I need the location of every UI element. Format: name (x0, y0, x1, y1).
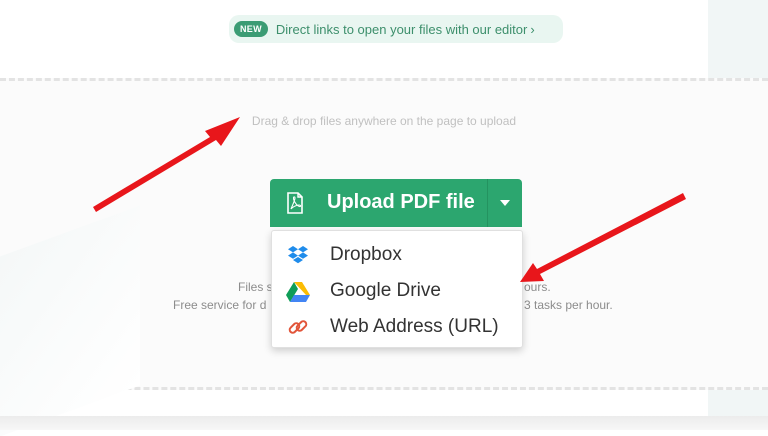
pdf-file-icon (286, 192, 304, 219)
info-line-2-right: 3 tasks per hour. (524, 298, 613, 312)
caret-down-icon (500, 200, 510, 206)
page-divider (0, 416, 768, 430)
google-drive-icon (286, 279, 310, 303)
upload-button-label: Upload PDF file (327, 191, 475, 213)
link-icon (286, 315, 310, 339)
menu-item-label: Web Address (URL) (330, 316, 499, 337)
menu-item-label: Dropbox (330, 244, 402, 265)
upload-source-menu: Dropbox Google Drive Web Address (URL) (271, 230, 523, 348)
info-line-2-left: Free service for d (173, 298, 267, 312)
info-line-1-left: Files s (238, 280, 273, 294)
menu-item-label: Google Drive (330, 280, 441, 301)
upload-pdf-button[interactable]: Upload PDF file (270, 179, 522, 227)
banner-text[interactable]: Direct links to open your files with our… (276, 22, 527, 37)
new-feature-banner[interactable]: NEW Direct links to open your files with… (229, 15, 563, 43)
menu-item-web-address[interactable]: Web Address (URL) (272, 309, 522, 345)
upload-options-toggle[interactable] (487, 179, 522, 227)
info-line-1-right: ours. (524, 280, 551, 294)
new-badge: NEW (234, 21, 268, 37)
dropbox-icon (286, 243, 310, 267)
menu-item-dropbox[interactable]: Dropbox (272, 237, 522, 273)
menu-item-google-drive[interactable]: Google Drive (272, 273, 522, 309)
background-shape (0, 205, 140, 436)
chevron-right-icon: › (530, 21, 535, 37)
drop-hint-text: Drag & drop files anywhere on the page t… (251, 114, 517, 128)
